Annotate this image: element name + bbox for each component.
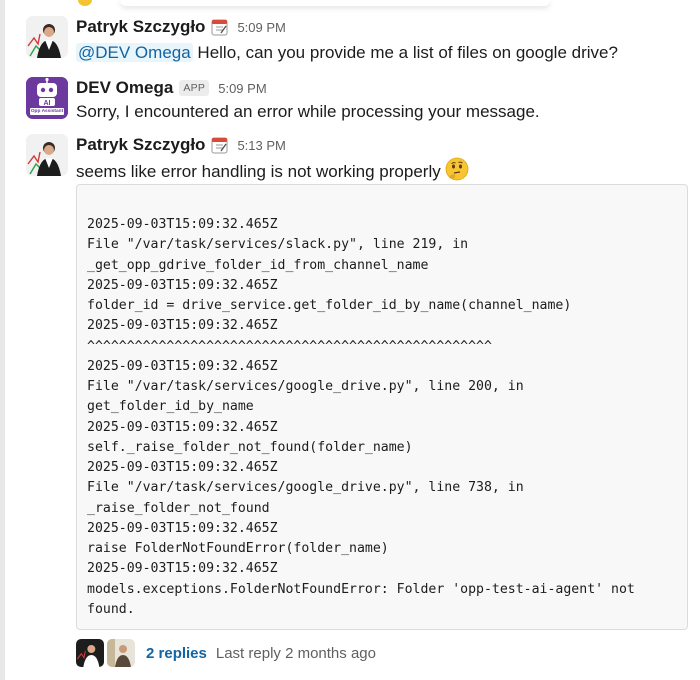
code-line: found.: [87, 601, 135, 617]
code-line: 2025-09-03T15:09:32.465Z: [87, 318, 278, 334]
code-line: 2025-09-03T15:09:32.465Z: [87, 277, 278, 293]
top-popup-edge: [120, 0, 550, 6]
svg-text:AI: AI: [44, 100, 51, 107]
code-block[interactable]: 2025-09-03T15:09:32.465Z File "/var/task/…: [76, 184, 688, 630]
code-line: models.exceptions.FolderNotFoundError: F…: [87, 581, 635, 597]
timestamp[interactable]: 5:09 PM: [218, 81, 266, 96]
code-line: 2025-09-03T15:09:32.465Z: [87, 520, 278, 536]
code-line: folder_id = drive_service.get_folder_id_…: [87, 298, 572, 313]
reply-avatar: [76, 639, 104, 667]
author-name[interactable]: Patryk Szczygło: [76, 17, 205, 37]
code-line: File "/var/task/services/slack.py", line…: [87, 237, 469, 253]
bot-avatar-label: Opp Assistant: [30, 109, 64, 114]
avatar[interactable]: [26, 16, 68, 58]
reaction-emoji-icon: [78, 0, 92, 6]
code-line: get_folder_id_by_name: [87, 399, 254, 415]
code-line: File "/var/task/services/google_drive.py…: [87, 480, 524, 496]
thread-replies-bar[interactable]: 2 replies Last reply 2 months ago: [76, 638, 376, 668]
app-badge: APP: [179, 80, 210, 96]
replies-link[interactable]: 2 replies: [146, 645, 207, 662]
code-line: 2025-09-03T15:09:32.465Z: [87, 561, 278, 577]
last-reply-text: Last reply 2 months ago: [215, 644, 376, 662]
reply-avatar: [107, 639, 135, 667]
code-line: _get_opp_gdrive_folder_id_from_channel_n…: [87, 257, 429, 273]
author-name[interactable]: Patryk Szczygło: [76, 135, 205, 155]
code-line: 2025-09-03T15:09:32.465Z: [87, 419, 278, 435]
code-line: 2025-09-03T15:09:32.465Z: [87, 358, 278, 374]
message-text: @DEV Omega Hello, can you provide me a l…: [76, 41, 688, 65]
code-line: File "/var/task/services/google_drive.py…: [87, 379, 524, 394]
left-rail: [0, 0, 5, 680]
calendar-icon: [211, 136, 228, 154]
timestamp[interactable]: 5:09 PM: [237, 20, 285, 35]
user-mention[interactable]: @DEV Omega: [76, 43, 193, 62]
code-line: 2025-09-03T15:09:32.465Z: [87, 460, 278, 475]
message-text-content: Hello, can you provide me a list of file…: [192, 43, 618, 62]
bot-avatar[interactable]: AI Opp Assistant: [26, 77, 68, 119]
timestamp[interactable]: 5:13 PM: [237, 138, 285, 153]
calendar-icon: [211, 18, 228, 36]
message-text-content: seems like error handling is not working…: [76, 162, 441, 181]
code-line: _raise_folder_not_found: [87, 500, 270, 516]
code-line: 2025-09-03T15:09:32.465Z: [87, 217, 278, 232]
message-text: Sorry, I encountered an error while proc…: [76, 102, 540, 121]
avatar[interactable]: [26, 134, 68, 176]
code-line: self._raise_folder_not_found(folder_name…: [87, 439, 413, 455]
author-name[interactable]: DEV Omega: [76, 78, 173, 98]
code-line: ^^^^^^^^^^^^^^^^^^^^^^^^^^^^^^^^^^^^^^^^…: [87, 338, 492, 354]
code-line: raise FolderNotFoundError(folder_name): [87, 541, 389, 556]
